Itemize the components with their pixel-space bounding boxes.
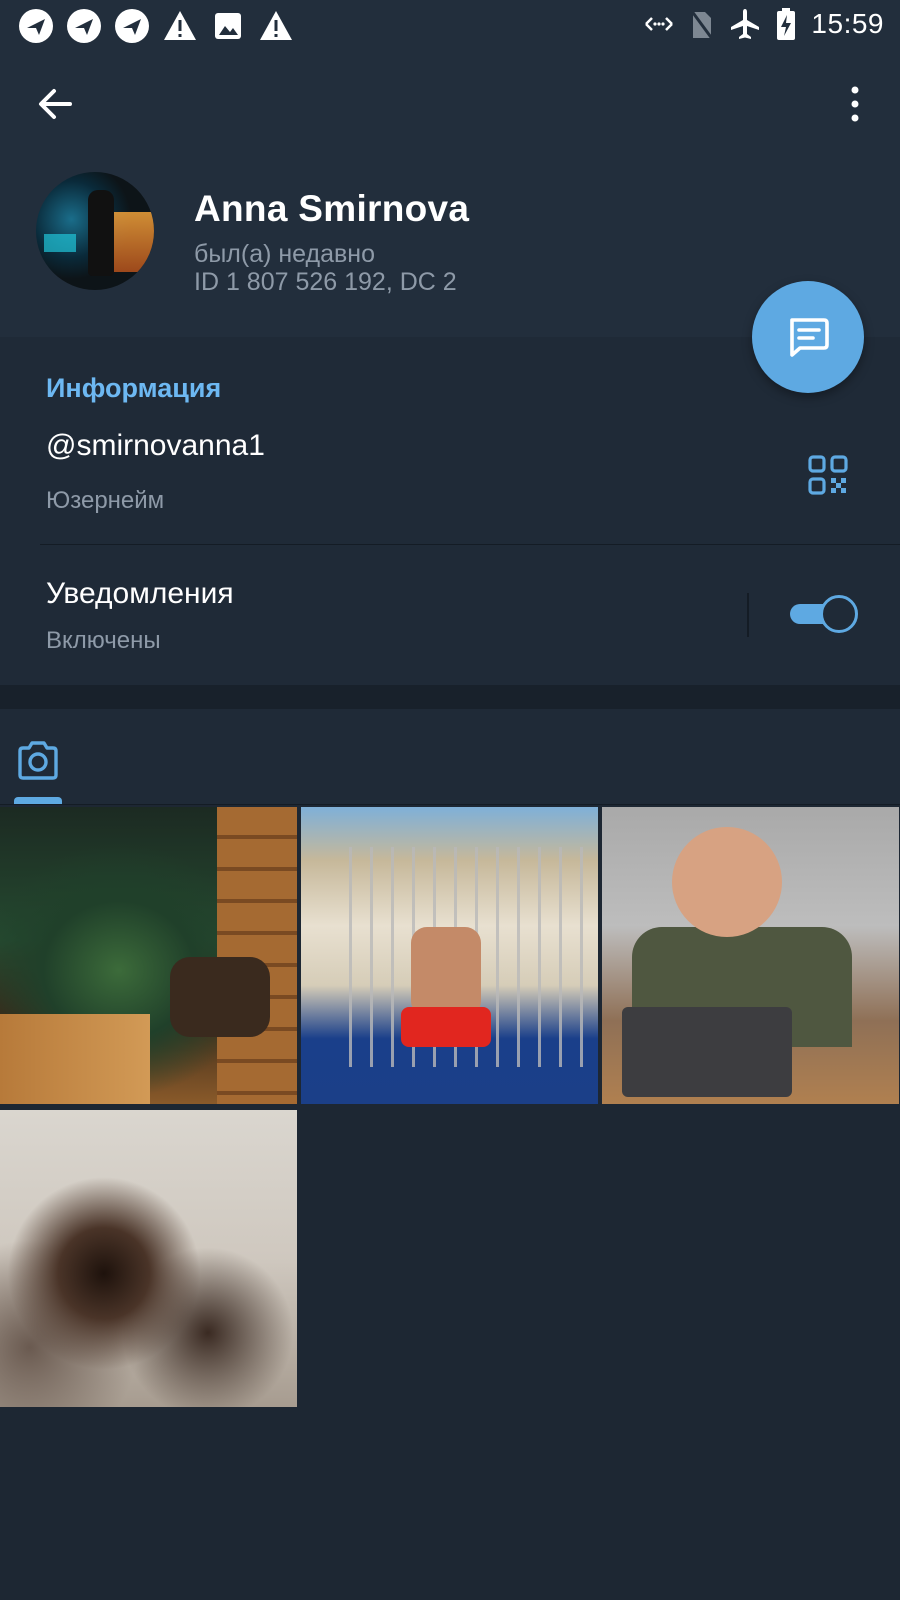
status-bar: 15:59 xyxy=(0,0,900,50)
section-gap xyxy=(0,685,900,709)
message-icon xyxy=(790,318,829,357)
photo-detail xyxy=(401,1007,491,1047)
app-notification-icon xyxy=(115,9,149,43)
toggle-knob xyxy=(820,595,858,633)
section-title: Информация xyxy=(46,373,222,403)
warning-icon xyxy=(164,11,196,40)
photo-detail xyxy=(411,927,481,1017)
data-saver-icon xyxy=(645,17,674,31)
profile-name: Anna Smirnova xyxy=(194,188,470,229)
system-icons: 15:59 xyxy=(643,6,884,42)
app-notification-icon xyxy=(67,9,101,43)
photo-detail xyxy=(0,1014,150,1104)
more-vertical-icon xyxy=(851,86,859,122)
notifications-status: Включены xyxy=(46,627,161,654)
avatar-detail xyxy=(88,190,114,276)
photo-tile-blurred[interactable] xyxy=(0,1110,297,1407)
notifications-title[interactable]: Уведомления xyxy=(46,577,234,611)
profile-header: Anna Smirnova был(а) недавно ID 1 807 52… xyxy=(0,50,900,337)
photo-detail xyxy=(622,1007,792,1097)
avatar-detail xyxy=(44,234,76,252)
image-icon xyxy=(215,13,241,39)
no-sim-icon xyxy=(690,9,715,41)
username-label: Юзернейм xyxy=(46,487,165,514)
back-button[interactable] xyxy=(34,82,78,126)
photo-tile-sauna[interactable] xyxy=(0,807,297,1104)
divider xyxy=(747,593,749,637)
qr-code-icon xyxy=(808,455,848,495)
app-notification-icon xyxy=(19,9,53,43)
photo-tile-pool[interactable] xyxy=(301,807,598,1104)
media-tabs xyxy=(0,709,900,805)
username-value[interactable]: @smirnovanna1 xyxy=(46,429,265,463)
notifications-toggle[interactable] xyxy=(790,595,858,633)
divider xyxy=(0,804,900,805)
arrow-left-icon xyxy=(39,89,72,119)
send-message-button[interactable] xyxy=(752,281,864,393)
avatar-detail xyxy=(114,212,154,272)
qr-code-button[interactable] xyxy=(808,455,848,495)
photo-tile-laptop[interactable] xyxy=(602,807,899,1104)
avatar[interactable] xyxy=(36,172,154,290)
camera-icon xyxy=(18,741,58,780)
more-options-button[interactable] xyxy=(840,82,870,126)
photo-detail xyxy=(672,827,782,937)
status-time: 15:59 xyxy=(811,8,884,39)
airplane-mode-icon xyxy=(731,9,760,39)
user-id: ID 1 807 526 192, DC 2 xyxy=(194,268,457,296)
notification-icons xyxy=(18,8,294,44)
info-section: Информация @smirnovanna1 Юзернейм Уведом… xyxy=(0,337,900,685)
tab-photos[interactable] xyxy=(14,737,62,785)
photo-detail xyxy=(217,807,297,1104)
divider xyxy=(40,544,900,545)
last-seen-status: был(а) недавно xyxy=(194,240,376,268)
photo-detail xyxy=(170,957,270,1037)
warning-icon xyxy=(260,11,292,40)
battery-charging-icon xyxy=(777,8,796,40)
